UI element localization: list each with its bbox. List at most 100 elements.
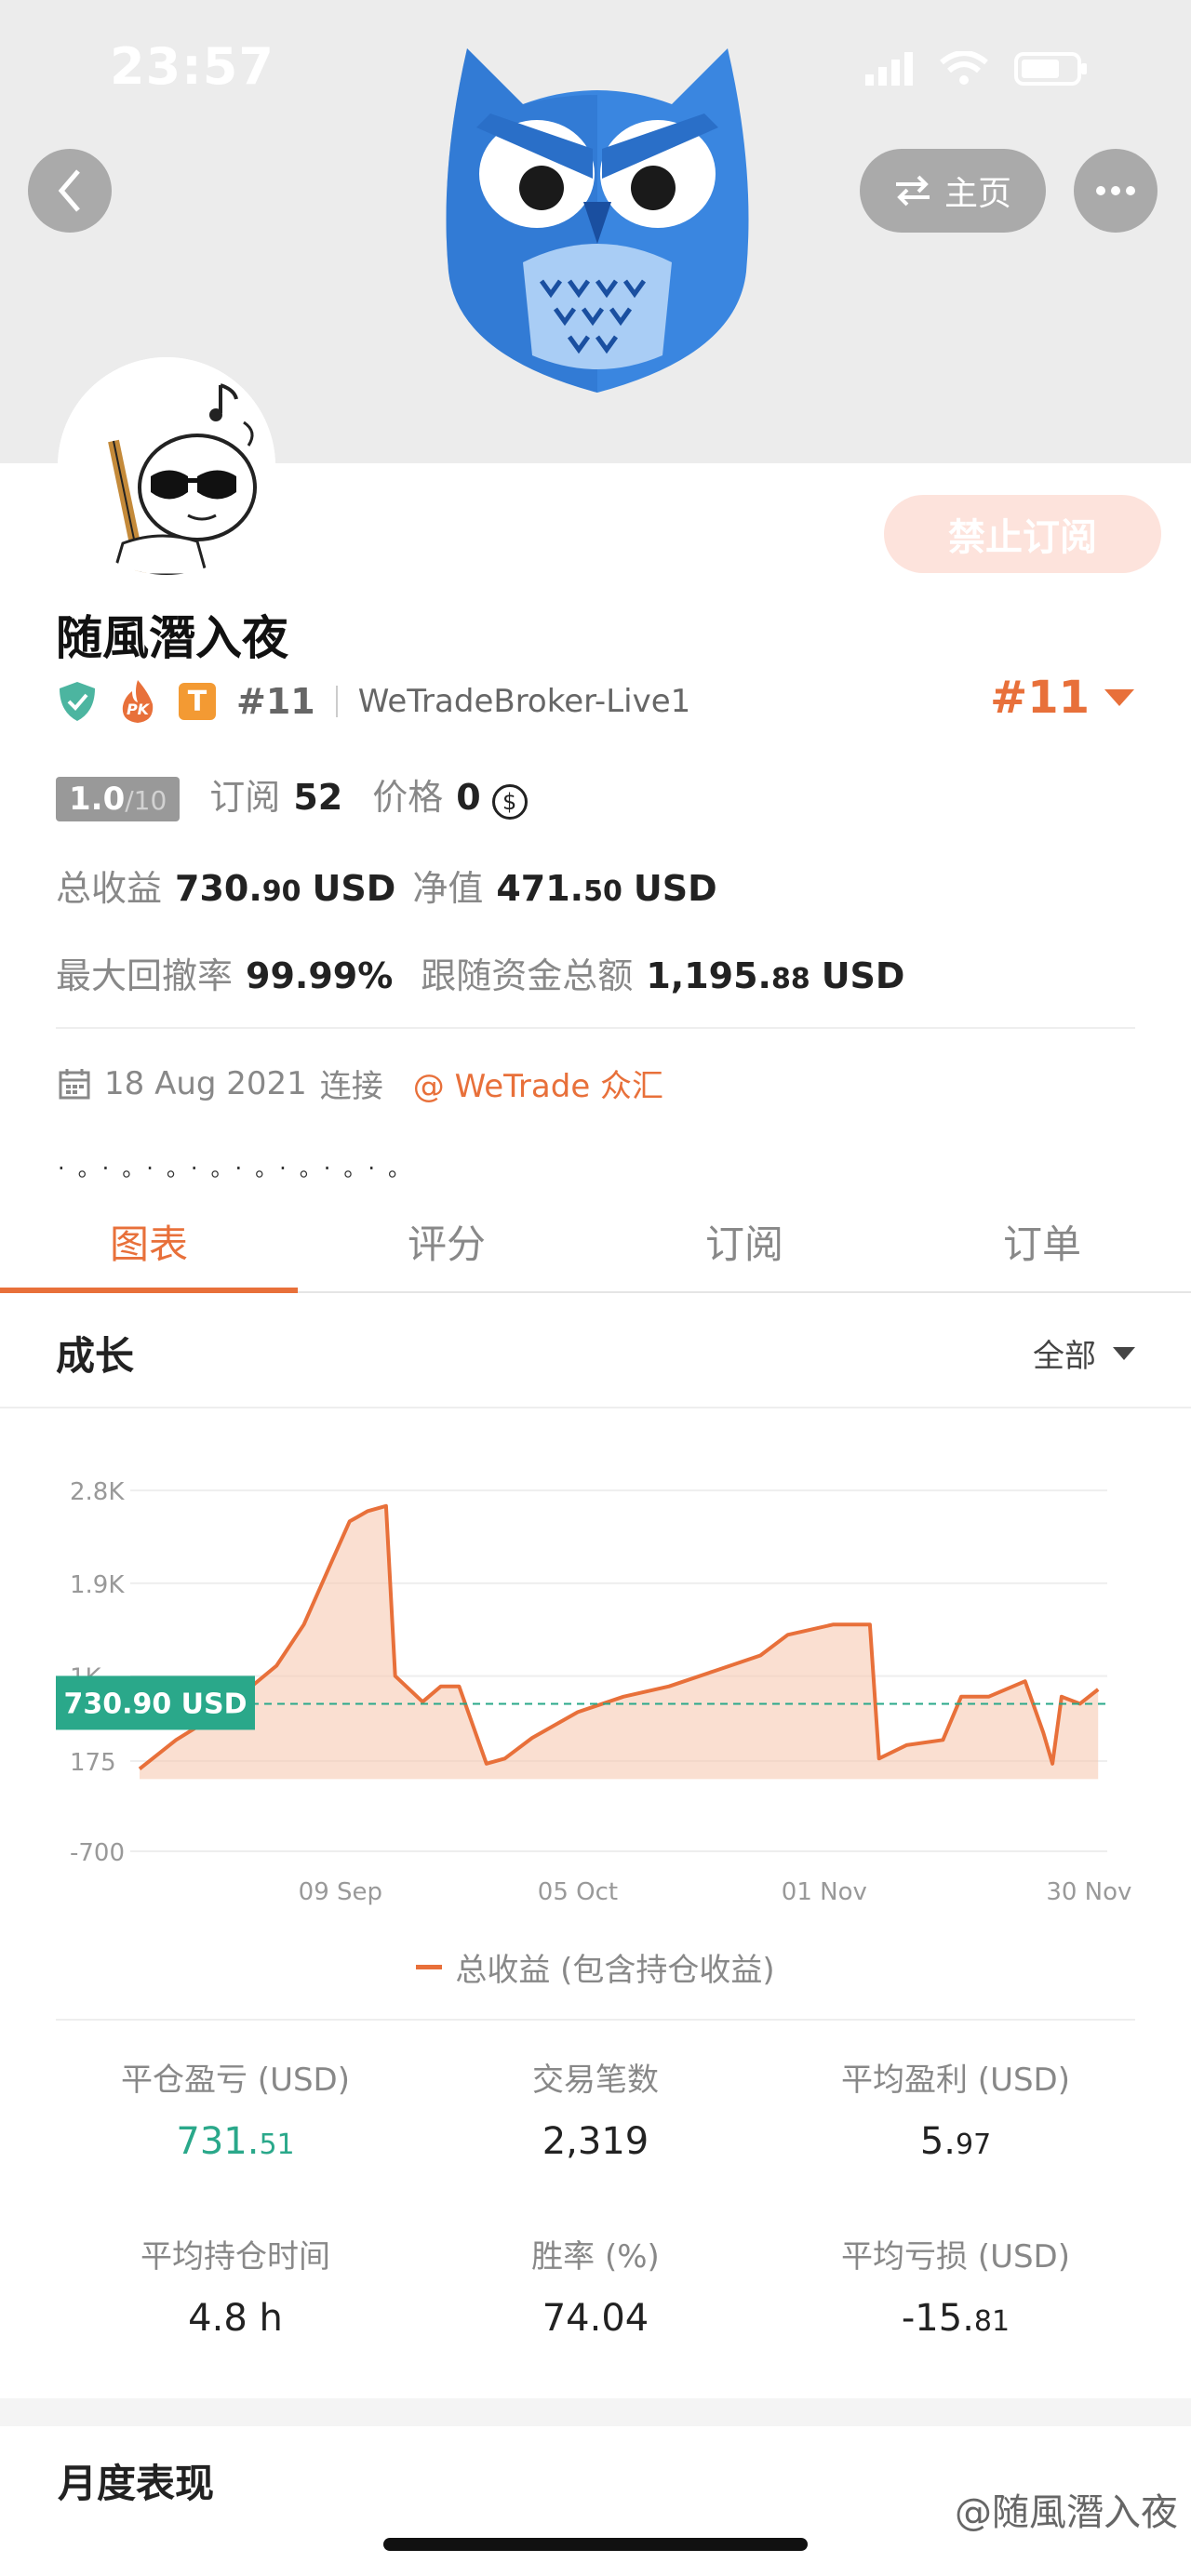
stat-label: 平均持仓时间 [141,2238,330,2276]
score-badge: 1.0/10 [56,777,181,821]
stat-label: 胜率 (%) [531,2238,660,2276]
equity-dec: 50 [583,875,622,908]
range-dropdown[interactable]: 全部 [1033,1330,1135,1376]
stat-value-int: 2,319 [542,2120,649,2163]
connection-row: 18 Aug 2021 连接 @ WeTrade 众汇 [58,1061,663,1106]
stat-label: 平均亏损 (USD) [841,2238,1070,2276]
owl-icon [446,48,749,393]
y-tick-label: 2.8K [70,1478,125,1506]
follow-funds-int: 1,195. [646,955,771,996]
growth-title: 成长 [56,1333,135,1379]
back-button[interactable] [28,149,112,233]
x-tick-label: 09 Sep [299,1878,382,1906]
stat-label: 交易笔数 [532,2062,659,2099]
stat-value: 2,319 [416,2120,775,2163]
follow-funds-dec: 88 [770,963,810,995]
stat-value: 4.8 h [56,2297,415,2340]
stat-value: 74.04 [416,2297,775,2340]
tab-bar: 图表 评分 订阅 订单 [0,1191,1191,1293]
chart-legend: 总收益 (包含持仓收益) [0,1944,1191,1990]
tab-subscriptions[interactable]: 订阅 [596,1191,893,1291]
community-link[interactable]: @ WeTrade 众汇 [413,1061,663,1106]
stat-value-dec: 81 [973,2305,1010,2338]
rank-big-label: #11 [990,672,1091,724]
current-value-label: 730.90 USD [63,1688,247,1720]
wifi-icon [940,51,988,85]
growth-header: 成长 全部 [0,1293,1191,1408]
stat-value-dec: 97 [955,2129,992,2161]
stat-trade-count: 交易笔数 2,319 [416,2054,775,2163]
tier-badge: T [179,683,216,720]
status-time: 23:57 [110,37,274,96]
calendar-icon [59,1068,90,1099]
price-value: 0 [456,777,481,818]
coin-icon: $ [491,784,528,820]
stat-win-rate: 胜率 (%) 74.04 [416,2231,775,2340]
equity-label: 净值 [412,868,484,909]
drawdown-row: 最大回撤率 99.99% 跟随资金总额 1,195. 88 USD [56,947,904,998]
stat-closed-pnl: 平仓盈亏 (USD) 731.51 [56,2054,415,2163]
stat-value-int: 4.8 h [188,2297,283,2340]
avatar[interactable] [58,357,275,575]
series-area [140,1505,1099,1780]
tab-rating[interactable]: 评分 [298,1191,596,1291]
signal-icon [865,52,913,86]
score-row: 1.0/10 订阅 52 价格 0 $ [56,768,528,821]
max-drawdown-value: 99.99% [246,955,394,996]
connected-label: 连接 [319,1068,383,1105]
stat-value-dec: 51 [259,2129,295,2161]
bio-text: ·。·。·。·。·。·。·。·。 [58,1155,424,1181]
broker-server: WeTradeBroker-Live1 [357,683,691,720]
y-tick-label: 1.9K [70,1571,125,1599]
divider [56,2019,1135,2021]
stat-value: -15.81 [776,2297,1135,2340]
equity-int: 471. [496,868,584,909]
subscriptions-value: 52 [293,777,343,818]
subscriptions-label: 订阅 [209,777,281,818]
monthly-title: 月度表现 [58,2461,215,2506]
follow-funds-label: 跟随资金总额 [421,955,634,996]
avatar-image [58,357,275,575]
x-tick-label: 05 Oct [538,1878,618,1906]
shield-check-icon [60,682,95,721]
x-tick-label: 30 Nov [1046,1878,1131,1906]
legend-swatch [416,1965,443,1969]
total-profit-label: 总收益 [56,868,163,909]
stat-avg-loss: 平均亏损 (USD) -15.81 [776,2231,1135,2340]
triangle-down-icon [1113,1346,1135,1360]
status-icons [865,50,1089,87]
section-spacer [0,2398,1191,2426]
x-tick-label: 01 Nov [782,1878,867,1906]
stat-value: 731.51 [56,2120,415,2163]
tab-chart[interactable]: 图表 [0,1191,298,1293]
stat-value-int: 5. [919,2120,956,2163]
max-drawdown-label: 最大回撤率 [56,955,234,996]
badges-row: PK T #11 WeTradeBroker-Live1 [58,674,690,729]
y-tick-label: 175 [70,1749,116,1777]
total-profit-dec: 90 [261,875,301,908]
connected-date: 18 Aug 2021 [104,1064,307,1102]
follow-funds-unit: USD [821,955,905,996]
more-button[interactable] [1074,149,1158,233]
home-button[interactable]: 主页 [860,149,1046,233]
price-label: 价格 [372,777,444,818]
pk-badge: PK [117,678,158,725]
stat-label: 平均盈利 (USD) [841,2062,1070,2099]
home-indicator [383,2538,808,2551]
separator [335,686,338,717]
more-icon [1096,186,1135,195]
battery-icon [1014,52,1087,86]
rank-dropdown[interactable]: #11 [990,672,1135,724]
profit-row: 总收益 730. 90 USD 净值 471. 50 USD [56,860,717,911]
equity-unit: USD [633,868,717,909]
tab-orders[interactable]: 订单 [893,1191,1191,1291]
rank-small: #11 [236,681,315,722]
chevron-left-icon [58,169,80,212]
watermark: @随風潛入夜 [955,2491,1178,2534]
legend-label: 总收益 (包含持仓收益) [455,1952,775,1989]
growth-chart: 2.8K1.9K1K175-70009 Sep05 Oct01 Nov30 No… [56,1478,1131,1906]
triangle-down-icon [1104,689,1135,706]
stat-avg-profit: 平均盈利 (USD) 5.97 [776,2054,1135,2163]
subscribe-disabled-button[interactable]: 禁止订阅 [884,495,1161,573]
range-dropdown-label: 全部 [1033,1338,1096,1375]
